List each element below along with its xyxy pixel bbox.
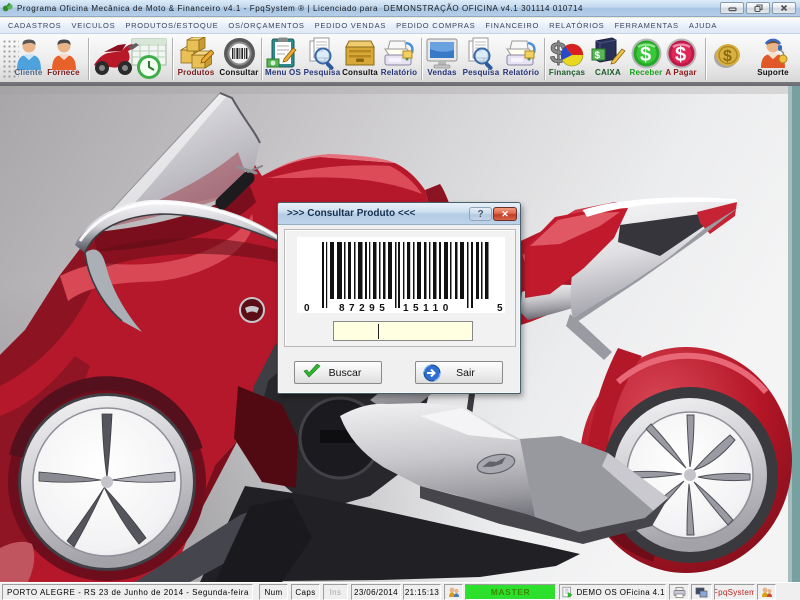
svg-text:0: 0: [304, 303, 310, 313]
svg-text:$: $: [595, 51, 601, 62]
svg-text:15110: 15110: [403, 303, 453, 313]
svg-text:$: $: [640, 44, 651, 66]
svg-text:$: $: [675, 44, 686, 66]
svg-text:87295: 87295: [339, 303, 389, 313]
svg-text:5: 5: [497, 303, 503, 313]
svg-text:$: $: [723, 48, 732, 65]
